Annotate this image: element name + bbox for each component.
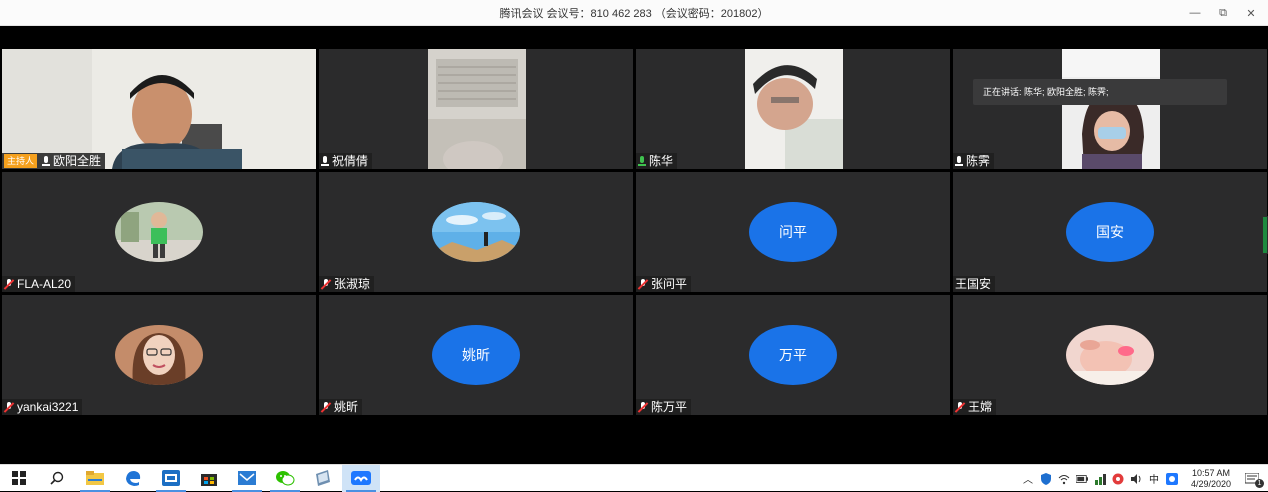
participant-tile[interactable]: 国安 王国安 xyxy=(953,172,1267,292)
participant-tile[interactable]: 主持人 欧阳全胜 xyxy=(2,49,316,169)
microphone-muted-icon xyxy=(638,278,648,290)
clock-time: 10:57 AM xyxy=(1191,467,1231,478)
ime-indicator[interactable]: 中 xyxy=(1148,473,1160,486)
participant-label: 陈霁 xyxy=(953,153,995,169)
windows-start-icon[interactable] xyxy=(0,465,38,492)
participant-label: yankai3221 xyxy=(2,399,83,415)
participant-name: 张淑琼 xyxy=(334,277,371,291)
window-controls: — ⧉ ✕ xyxy=(1188,0,1258,26)
app-tray-icon[interactable] xyxy=(1112,473,1124,485)
clock[interactable]: 10:57 AM 4/29/2020 xyxy=(1184,468,1238,490)
microphone-muted-icon xyxy=(4,278,14,290)
search-icon[interactable] xyxy=(38,465,76,492)
speaking-indicator: 正在讲话: 陈华; 欧阳全胜; 陈霁; xyxy=(973,79,1227,105)
participant-tile[interactable]: 正在讲话: 陈华; 欧阳全胜; 陈霁; 陈霁 xyxy=(953,49,1267,169)
participant-name: 王国安 xyxy=(955,277,992,291)
edge-icon[interactable] xyxy=(114,465,152,492)
participant-name: 王嫦 xyxy=(968,400,993,414)
mail-icon[interactable] xyxy=(228,465,266,492)
participant-name: 欧阳全胜 xyxy=(53,154,102,168)
participant-label: 主持人 欧阳全胜 xyxy=(2,153,106,169)
microphone-icon xyxy=(955,155,963,167)
microphone-muted-icon xyxy=(638,401,648,413)
participant-name: 祝倩倩 xyxy=(332,154,369,168)
participant-tile[interactable]: 张淑琼 xyxy=(319,172,633,292)
participant-name: 陈霁 xyxy=(966,154,991,168)
avatar xyxy=(115,202,203,262)
microphone-muted-icon xyxy=(321,278,331,290)
participant-label: 王国安 xyxy=(953,276,996,292)
participant-name: 陈华 xyxy=(649,154,674,168)
avatar-initials: 姚昕 xyxy=(432,325,520,385)
participant-label: 祝倩倩 xyxy=(319,153,373,169)
participant-label: 陈万平 xyxy=(636,399,692,415)
tencent-meeting-icon[interactable] xyxy=(342,464,380,492)
host-badge: 主持人 xyxy=(4,154,38,168)
wechat-icon[interactable] xyxy=(266,465,304,492)
video-feed xyxy=(2,49,316,169)
microphone-icon xyxy=(321,155,329,167)
meeting-stage: 主持人 欧阳全胜 祝倩倩 陈华 正在讲话: 陈华; 欧阳全胜; 陈霁; 陈霁 F… xyxy=(0,26,1268,464)
microphone-icon xyxy=(42,155,51,167)
participant-tile[interactable]: 姚昕 姚昕 xyxy=(319,295,633,415)
close-button[interactable]: ✕ xyxy=(1244,7,1258,20)
taskbar: ︿ 中 10:57 AM 4/29/2020 1 xyxy=(0,464,1268,492)
chevron-up-icon[interactable]: ︿ xyxy=(1022,473,1034,486)
video-feed xyxy=(745,49,843,169)
microphone-muted-icon xyxy=(321,401,331,413)
participant-tile[interactable]: 陈华 xyxy=(636,49,950,169)
avatar-initials: 国安 xyxy=(1066,202,1154,262)
microphone-muted-icon xyxy=(955,401,965,413)
participant-label: 张淑琼 xyxy=(319,276,375,292)
wifi-icon[interactable] xyxy=(1058,473,1070,485)
participant-tile[interactable]: 王嫦 xyxy=(953,295,1267,415)
participant-tile[interactable]: 祝倩倩 xyxy=(319,49,633,169)
participant-name: 张问平 xyxy=(651,277,688,291)
participant-label: 张问平 xyxy=(636,276,692,292)
participant-name: 姚昕 xyxy=(334,400,359,414)
minimize-button[interactable]: — xyxy=(1188,7,1202,19)
participant-name: FLA-AL20 xyxy=(17,277,72,291)
participant-tile[interactable]: 万平 陈万平 xyxy=(636,295,950,415)
participant-label: 王嫦 xyxy=(953,399,997,415)
store-app-icon[interactable] xyxy=(152,465,190,492)
store-bag-icon[interactable] xyxy=(190,465,228,492)
avatar xyxy=(115,325,203,385)
system-tray: ︿ 中 10:57 AM 4/29/2020 1 xyxy=(1022,465,1268,492)
notification-icon[interactable]: 1 xyxy=(1244,472,1264,488)
tencent-meeting-tray-icon[interactable] xyxy=(1166,472,1178,485)
participant-grid: 主持人 欧阳全胜 祝倩倩 陈华 正在讲话: 陈华; 欧阳全胜; 陈霁; 陈霁 F… xyxy=(2,49,1267,415)
notification-count: 1 xyxy=(1255,478,1264,488)
participant-label: 姚昕 xyxy=(319,399,363,415)
participant-label: FLA-AL20 xyxy=(2,276,76,292)
restore-button[interactable]: ⧉ xyxy=(1216,7,1230,20)
notes-icon[interactable] xyxy=(304,465,342,492)
participant-tile[interactable]: yankai3221 xyxy=(2,295,316,415)
participant-tile[interactable]: FLA-AL20 xyxy=(2,172,316,292)
microphone-icon xyxy=(638,155,646,167)
participant-tile[interactable]: 问平 张问平 xyxy=(636,172,950,292)
file-explorer-icon[interactable] xyxy=(76,465,114,492)
title-bar: 腾讯会议 会议号：810 462 283 （会议密码：201802） — ⧉ ✕ xyxy=(0,0,1268,26)
avatar-initials: 万平 xyxy=(749,325,837,385)
video-feed xyxy=(428,49,526,169)
volume-icon[interactable] xyxy=(1130,473,1142,485)
avatar xyxy=(432,202,520,262)
battery-icon[interactable] xyxy=(1076,473,1088,485)
side-panel-handle[interactable] xyxy=(1262,216,1268,254)
avatar-initials: 问平 xyxy=(749,202,837,262)
network-icon[interactable] xyxy=(1094,473,1106,485)
participant-name: yankai3221 xyxy=(17,400,79,414)
video-feed xyxy=(1062,49,1160,169)
window-title: 腾讯会议 会议号：810 462 283 （会议密码：201802） xyxy=(499,7,769,20)
shield-icon[interactable] xyxy=(1040,472,1052,485)
microphone-muted-icon xyxy=(4,401,14,413)
participant-name: 陈万平 xyxy=(651,400,688,414)
avatar xyxy=(1066,325,1154,385)
clock-date: 4/29/2020 xyxy=(1190,478,1232,489)
participant-label: 陈华 xyxy=(636,153,678,169)
